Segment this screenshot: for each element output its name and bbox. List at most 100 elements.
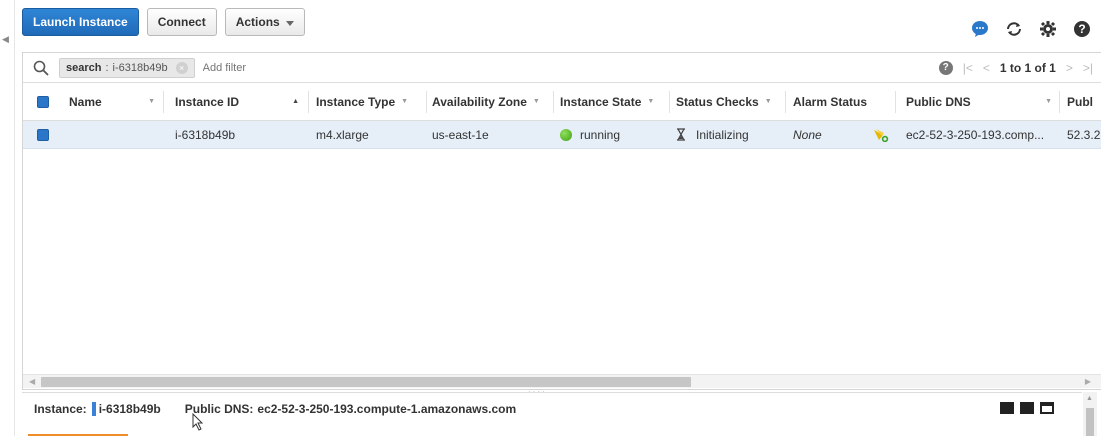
column-divider[interactable]: [553, 91, 554, 113]
scroll-left-icon[interactable]: ◀: [29, 377, 35, 386]
sort-icon: ▼: [532, 98, 540, 105]
chat-icon[interactable]: [971, 20, 989, 38]
column-divider[interactable]: [785, 91, 786, 113]
cell-availability-zone: us-east-1e: [432, 127, 489, 142]
column-header-instance-type[interactable]: Instance Type ▼: [316, 83, 426, 120]
column-divider[interactable]: [669, 91, 670, 113]
add-filter-input[interactable]: [202, 61, 403, 74]
sort-icon: ▼: [764, 98, 772, 105]
search-icon: [23, 60, 59, 76]
panel-layout-controls: [1000, 402, 1054, 414]
row-select-cell: [37, 121, 53, 148]
select-all-cell: [37, 83, 53, 120]
cell-public-ip: 52.3.2: [1067, 127, 1101, 142]
column-label: Instance Type: [316, 94, 396, 109]
instance-summary: Instance: i-6318b49b Public DNS: ec2-52-…: [34, 402, 516, 416]
prev-page-button[interactable]: <: [983, 61, 990, 75]
instance-value: i-6318b49b: [98, 402, 161, 416]
sort-icon: ▼: [401, 98, 409, 105]
connect-button[interactable]: Connect: [146, 8, 217, 36]
page-count: 1 to 1 of 1: [999, 61, 1056, 75]
cell-status-checks: Initializing: [676, 121, 784, 148]
table-row[interactable]: i-6318b49b m4.xlarge us-east-1e running …: [23, 121, 1101, 149]
cell-name[interactable]: [69, 121, 161, 148]
sort-ascending-icon: ▲: [292, 98, 299, 105]
column-header-instance-id[interactable]: Instance ID ▲: [175, 83, 305, 120]
actions-button-label: Actions: [235, 15, 280, 29]
layout-split-icon[interactable]: [1020, 402, 1034, 414]
collapse-nav-arrow-icon[interactable]: ◀: [2, 34, 12, 46]
selection-marker: [91, 402, 96, 416]
launch-instance-button[interactable]: Launch Instance: [22, 8, 139, 36]
cell-instance-id: i-6318b49b: [175, 127, 236, 142]
column-label: Instance State: [560, 94, 642, 109]
status-checks-label: Initializing: [696, 127, 749, 142]
column-header-name[interactable]: Name ▼: [69, 83, 161, 120]
instances-panel: search : i-6318b49b × ? |< < 1 to 1 of 1…: [22, 52, 1101, 390]
svg-text:?: ?: [1078, 22, 1085, 36]
column-label: Availability Zone: [432, 94, 527, 109]
sort-icon: ▼: [148, 98, 155, 105]
column-label: Public DNS: [906, 94, 971, 109]
cell-public-dns: ec2-52-3-250-193.comp...: [906, 127, 1045, 142]
layout-top-icon[interactable]: [1040, 402, 1054, 414]
column-divider[interactable]: [1059, 91, 1060, 113]
nav-divider: [14, 0, 15, 436]
actions-button[interactable]: Actions: [224, 8, 305, 36]
column-header-availability-zone[interactable]: Availability Zone ▼: [432, 83, 554, 120]
instance-label: Instance:: [34, 402, 87, 416]
column-label: Alarm Status: [793, 94, 868, 109]
settings-icon[interactable]: [1039, 20, 1057, 38]
sort-icon: ▼: [647, 98, 655, 105]
mouse-pointer-icon: [192, 412, 204, 434]
top-icon-bar: ?: [971, 20, 1091, 38]
column-divider[interactable]: [308, 91, 309, 113]
column-label: Publ: [1067, 94, 1093, 109]
refresh-icon[interactable]: [1005, 20, 1023, 38]
running-status-icon: [560, 128, 572, 141]
cell-instance-type: m4.xlarge: [316, 127, 369, 142]
scroll-up-icon[interactable]: ▲: [1086, 395, 1093, 402]
select-all-checkbox[interactable]: [37, 95, 49, 108]
filter-token-separator: :: [105, 61, 109, 74]
help-icon[interactable]: ?: [1073, 20, 1091, 38]
cell-instance-state: running: [560, 121, 670, 148]
hourglass-icon: [676, 128, 686, 141]
public-dns-value: ec2-52-3-250-193.compute-1.amazonaws.com: [257, 402, 517, 416]
scrollbar-thumb[interactable]: [1086, 408, 1094, 436]
sort-icon: ▼: [1045, 98, 1052, 105]
column-label: Instance ID: [175, 94, 240, 109]
column-divider[interactable]: [895, 91, 896, 113]
column-header-public-dns[interactable]: Public DNS ▼: [906, 83, 1058, 120]
cell-alarm-status: None: [793, 121, 893, 148]
scrollbar-thumb[interactable]: [41, 377, 691, 387]
column-divider[interactable]: [163, 91, 164, 113]
table-header: Name ▼ Instance ID ▲ Instance Type ▼ Ava…: [23, 83, 1101, 121]
vertical-scrollbar[interactable]: ▲: [1083, 392, 1097, 436]
column-label: Status Checks: [676, 94, 759, 109]
filter-token[interactable]: search : i-6318b49b ×: [59, 57, 195, 78]
filter-token-value: i-6318b49b: [112, 61, 168, 74]
column-header-status-checks[interactable]: Status Checks ▼: [676, 83, 784, 120]
column-header-public-ip[interactable]: Publ: [1067, 83, 1101, 120]
layout-bottom-icon[interactable]: [1000, 402, 1014, 414]
scroll-right-icon[interactable]: ▶: [1085, 377, 1091, 386]
instance-state-label: running: [580, 127, 621, 142]
filter-token-key: search: [66, 61, 102, 74]
column-divider[interactable]: [426, 91, 427, 113]
filter-bar: search : i-6318b49b × ? |< < 1 to 1 of 1…: [23, 53, 1101, 83]
remove-filter-icon[interactable]: ×: [175, 61, 188, 74]
instance-detail-bar: Instance: i-6318b49b Public DNS: ec2-52-…: [22, 392, 1082, 436]
pagination: ? |< < 1 to 1 of 1 > >|: [938, 53, 1093, 83]
chevron-down-icon: [285, 20, 294, 26]
column-header-instance-state[interactable]: Instance State ▼: [560, 83, 670, 120]
column-header-alarm-status[interactable]: Alarm Status: [793, 83, 893, 120]
filter-help-icon[interactable]: ?: [938, 61, 953, 75]
next-page-button[interactable]: >: [1066, 61, 1073, 75]
row-checkbox[interactable]: [37, 128, 49, 141]
first-page-button[interactable]: |<: [963, 61, 973, 75]
toolbar: Launch Instance Connect Actions: [22, 8, 305, 36]
create-alarm-icon[interactable]: [873, 128, 889, 142]
horizontal-scrollbar[interactable]: ◀ ▶: [23, 374, 1101, 388]
last-page-button[interactable]: >|: [1083, 61, 1093, 75]
